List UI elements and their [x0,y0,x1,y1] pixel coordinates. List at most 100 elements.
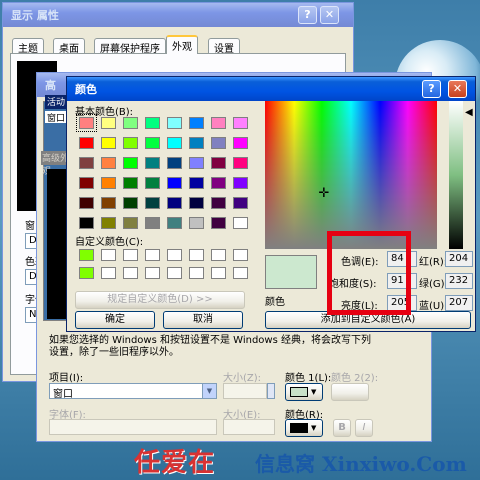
custom-color-swatch[interactable] [101,267,116,279]
basic-color-swatch[interactable] [145,177,160,189]
basic-color-swatch[interactable] [211,197,226,209]
basic-color-swatch[interactable] [79,157,94,169]
custom-color-swatch[interactable] [167,249,182,261]
basic-color-swatch[interactable] [167,137,182,149]
basic-color-swatch[interactable] [211,137,226,149]
custom-color-swatch[interactable] [101,249,116,261]
basic-color-swatch[interactable] [211,177,226,189]
custom-color-swatch[interactable] [145,249,160,261]
tab-appearance[interactable]: 外观 [166,35,198,54]
basic-color-swatch[interactable] [167,117,182,129]
ok-button[interactable]: 确定 [75,311,155,329]
custom-color-swatch[interactable] [123,267,138,279]
bold-button[interactable]: B [333,419,351,437]
basic-color-swatch[interactable] [76,114,97,132]
basic-color-swatch[interactable] [145,117,160,129]
font-size-combo[interactable] [223,419,275,435]
basic-color-swatch[interactable] [123,117,138,129]
color1-button[interactable]: ▼ [285,383,323,401]
basic-color-swatch[interactable] [189,157,204,169]
custom-color-swatch[interactable] [211,267,226,279]
basic-color-swatch[interactable] [233,157,248,169]
basic-color-swatch[interactable] [145,157,160,169]
basic-color-swatch[interactable] [101,217,116,229]
basic-color-swatch[interactable] [167,217,182,229]
basic-color-swatch[interactable] [123,177,138,189]
basic-color-swatch[interactable] [101,137,116,149]
basic-color-swatch[interactable] [233,137,248,149]
basic-color-swatch[interactable] [123,197,138,209]
basic-color-swatch[interactable] [123,137,138,149]
basic-color-swatch[interactable] [211,117,226,129]
luminance-arrow-icon[interactable]: ◀ [465,107,473,118]
custom-color-swatch[interactable] [189,267,204,279]
cancel-button[interactable]: 取消 [163,311,243,329]
luminance-bar[interactable] [449,101,463,249]
color1-label: 颜色 1(L): [285,373,332,384]
basic-color-swatch[interactable] [79,137,94,149]
basic-color-swatch[interactable] [189,217,204,229]
color-dialog-titlebar: 颜色 [67,77,475,101]
chevron-down-icon: ▼ [311,388,317,396]
basic-color-swatch[interactable] [101,157,116,169]
custom-color-swatch[interactable] [145,267,160,279]
custom-color-swatch[interactable] [211,249,226,261]
basic-color-swatch[interactable] [145,197,160,209]
custom-color-swatch[interactable] [167,267,182,279]
basic-color-swatch[interactable] [79,177,94,189]
basic-color-swatch[interactable] [189,117,204,129]
basic-color-swatch[interactable] [189,137,204,149]
basic-color-swatch[interactable] [211,217,226,229]
tab-screensaver[interactable]: 屏幕保护程序 [94,38,166,55]
basic-color-swatch[interactable] [167,177,182,189]
basic-color-swatch[interactable] [167,197,182,209]
basic-color-swatch[interactable] [189,177,204,189]
custom-color-swatch[interactable] [79,249,94,261]
item-label: 项目(I): [49,373,84,384]
tab-settings[interactable]: 设置 [208,38,240,55]
custom-color-swatch[interactable] [233,249,248,261]
basic-color-swatch[interactable] [101,197,116,209]
basic-color-swatch[interactable] [189,197,204,209]
tab-theme[interactable]: 主题 [12,38,44,55]
basic-color-swatch[interactable] [145,137,160,149]
size-field[interactable] [223,383,267,399]
basic-color-swatch[interactable] [79,197,94,209]
size-spinner[interactable] [267,383,275,399]
green-field[interactable]: 232 [445,273,473,289]
basic-color-swatch[interactable] [123,157,138,169]
close-button[interactable]: ✕ [320,6,339,24]
font-color-button[interactable]: ▼ [285,419,323,437]
basic-color-swatch[interactable] [167,157,182,169]
color-close-button[interactable]: ✕ [448,80,467,98]
basic-color-swatch[interactable] [123,217,138,229]
red-field[interactable]: 204 [445,251,473,267]
italic-button[interactable]: I [355,419,373,437]
font-combo[interactable] [49,419,217,435]
basic-color-swatch[interactable] [233,197,248,209]
item-combo[interactable]: 窗口 ▼ [49,383,217,400]
color-help-button[interactable]: ? [422,80,441,98]
basic-color-swatch[interactable] [233,117,248,129]
help-button[interactable]: ? [298,6,317,24]
basic-color-swatch[interactable] [211,157,226,169]
blue-field[interactable]: 207 [445,295,473,311]
basic-color-swatch[interactable] [145,217,160,229]
color-spectrum[interactable] [265,101,437,249]
custom-color-swatch[interactable] [189,249,204,261]
basic-color-swatch[interactable] [233,177,248,189]
color1-swatch [290,387,308,397]
custom-color-swatch[interactable] [79,267,94,279]
tab-desktop[interactable]: 桌面 [53,38,85,55]
color2-label: 颜色 2(2): [331,373,379,384]
basic-color-swatch[interactable] [233,217,248,229]
color2-button[interactable] [331,383,369,401]
basic-color-swatch[interactable] [101,117,116,129]
green-label: 绿(G): [419,279,448,290]
basic-color-swatch[interactable] [79,217,94,229]
custom-color-swatch[interactable] [233,267,248,279]
define-custom-button[interactable]: 规定自定义颜色(D) >> [75,291,245,309]
custom-color-swatch[interactable] [123,249,138,261]
basic-color-swatch[interactable] [101,177,116,189]
chevron-down-icon[interactable]: ▼ [202,384,216,398]
